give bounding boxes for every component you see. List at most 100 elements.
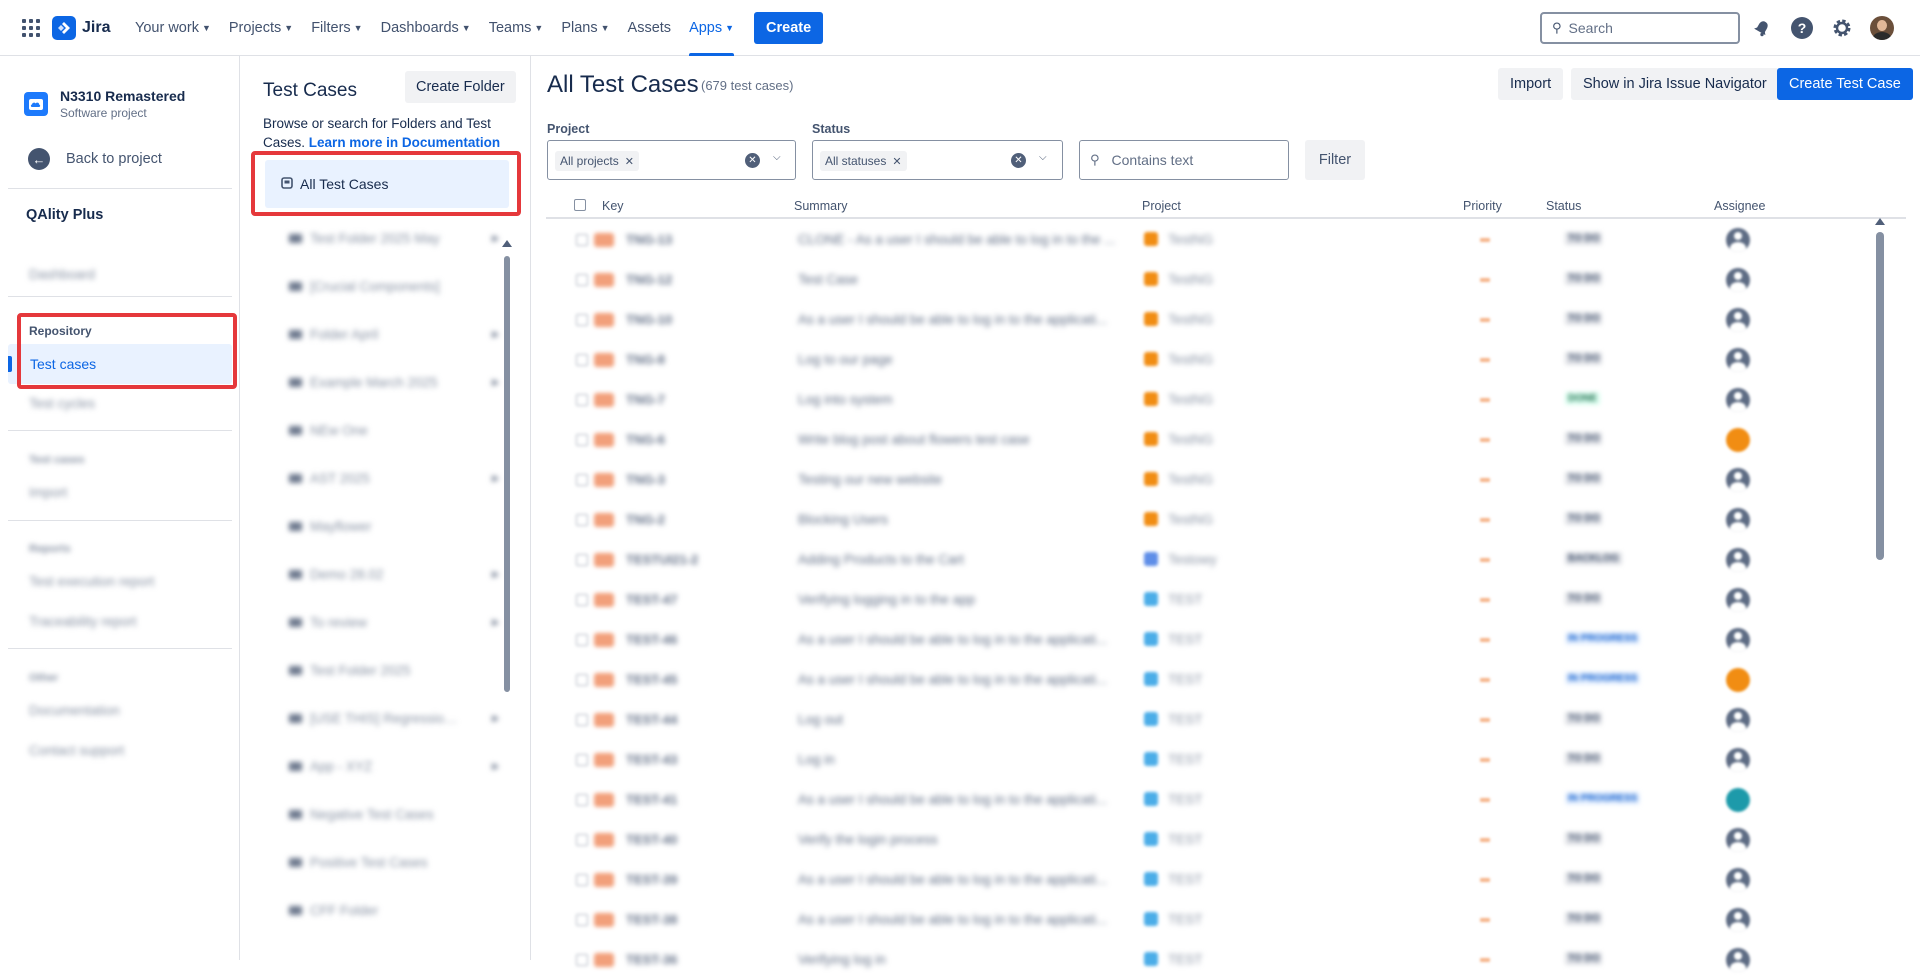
column-assignee[interactable]: Assignee [1714, 199, 1765, 213]
test-case-summary[interactable]: Log into system [798, 392, 1128, 407]
folder-item[interactable]: Mayflower [289, 514, 499, 538]
test-case-summary[interactable]: Adding Products to the Cart [798, 552, 1128, 567]
assignee-avatar[interactable] [1726, 228, 1750, 252]
search-input[interactable]: ⚲ Search [1540, 12, 1740, 44]
test-case-key[interactable]: TEST-46 [626, 632, 677, 647]
row-checkbox[interactable] [576, 554, 588, 566]
expand-arrow-icon[interactable]: ▶ [492, 713, 499, 724]
import-button[interactable]: Import [1498, 68, 1564, 100]
test-case-key[interactable]: TEST-39 [626, 872, 677, 887]
folder-item[interactable]: Folder April ▶ [289, 322, 499, 346]
table-row[interactable]: TEST-41 As a user I should be able to log… [546, 780, 1896, 820]
test-case-summary[interactable]: Log in [798, 752, 1128, 767]
test-case-summary[interactable]: Log out [798, 712, 1128, 727]
notifications-icon[interactable] [1750, 16, 1774, 40]
table-row[interactable]: TEST-46 As a user I should be able to log… [546, 620, 1896, 660]
create-button[interactable]: Create [754, 12, 824, 44]
scroll-up-arrow-icon[interactable] [1875, 218, 1885, 225]
table-row[interactable]: TESTUI21-2 Adding Products to the Cart Tes… [546, 540, 1896, 580]
nav-item-dashboards[interactable]: Dashboards ▼ [372, 0, 480, 56]
table-row[interactable]: TNG-12 Test Case TestNG TO DO [546, 260, 1896, 300]
nav-item-apps[interactable]: Apps ▼ [680, 0, 743, 56]
folder-item[interactable]: To review ▶ [289, 610, 499, 634]
project-filter-select[interactable]: All projects ✕ ✕ ⌵ [547, 140, 796, 180]
table-row[interactable]: TNG-8 Log to our page TestNG TO DO [546, 340, 1896, 380]
nav-item-teams[interactable]: Teams ▼ [480, 0, 553, 56]
folder-item[interactable]: App - XYZ ▶ [289, 754, 499, 778]
assignee-avatar[interactable] [1726, 668, 1750, 692]
table-row[interactable]: TEST-36 Verifying log in TEST TO DO [546, 940, 1896, 980]
assignee-avatar[interactable] [1726, 388, 1750, 412]
sidebar-item-import[interactable]: Import [29, 485, 67, 500]
row-checkbox[interactable] [576, 234, 588, 246]
scroll-up-arrow-icon[interactable] [502, 240, 512, 247]
assignee-avatar[interactable] [1726, 708, 1750, 732]
table-row[interactable]: TEST-45 As a user I should be able to log… [546, 660, 1896, 700]
table-scrollbar[interactable] [1875, 218, 1885, 954]
folder-item[interactable]: CFF Folder [289, 898, 499, 922]
test-case-summary[interactable]: As a user I should be able to log in to … [798, 792, 1128, 807]
help-icon[interactable]: ? [1790, 16, 1814, 40]
jira-logo[interactable]: Jira [52, 16, 110, 40]
row-checkbox[interactable] [576, 594, 588, 606]
test-case-key[interactable]: TNG-3 [626, 472, 665, 487]
expand-arrow-icon[interactable]: ▶ [492, 377, 499, 388]
test-case-key[interactable]: TEST-38 [626, 912, 677, 927]
column-project[interactable]: Project [1142, 199, 1181, 213]
table-row[interactable]: TNG-6 Write blog post about flowers test … [546, 420, 1896, 460]
row-checkbox[interactable] [576, 754, 588, 766]
row-checkbox[interactable] [576, 274, 588, 286]
folder-item[interactable]: Example March 2025 ▶ [289, 370, 499, 394]
test-case-summary[interactable]: Testing our new website [798, 472, 1128, 487]
show-in-issue-navigator-button[interactable]: Show in Jira Issue Navigator [1571, 68, 1779, 100]
sidebar-item-traceability-report[interactable]: Traceability report [29, 614, 137, 629]
remove-tag-icon[interactable]: ✕ [892, 155, 901, 168]
user-avatar[interactable] [1870, 16, 1894, 40]
apps-grid-icon[interactable] [22, 19, 40, 37]
table-row[interactable]: TEST-43 Log in TEST TO DO [546, 740, 1896, 780]
create-test-case-button[interactable]: Create Test Case [1777, 68, 1913, 100]
folder-item[interactable]: Demo 28.02 ▶ [289, 562, 499, 586]
test-case-key[interactable]: TEST-41 [626, 792, 677, 807]
clear-icon[interactable]: ✕ [745, 153, 760, 168]
table-row[interactable]: TNG-13 CLONE - As a user I should be able… [546, 220, 1896, 260]
table-row[interactable]: TEST-40 Verify the login process TEST TO DO [546, 820, 1896, 860]
clear-icon[interactable]: ✕ [1011, 153, 1026, 168]
assignee-avatar[interactable] [1726, 788, 1750, 812]
test-case-summary[interactable]: As a user I should be able to log in to … [798, 672, 1128, 687]
test-case-summary[interactable]: Blocking Users [798, 512, 1128, 527]
expand-arrow-icon[interactable]: ▶ [492, 233, 499, 244]
test-case-key[interactable]: TEST-44 [626, 712, 677, 727]
nav-item-projects[interactable]: Projects ▼ [220, 0, 302, 56]
test-case-key[interactable]: TNG-12 [626, 272, 672, 287]
row-checkbox[interactable] [576, 314, 588, 326]
sidebar-item-dashboard[interactable]: Dashboard [29, 267, 95, 282]
scrollbar-thumb[interactable] [1876, 232, 1884, 560]
assignee-avatar[interactable] [1726, 468, 1750, 492]
sidebar-item-documentation[interactable]: Documentation [29, 703, 120, 718]
nav-item-filters[interactable]: Filters ▼ [302, 0, 371, 56]
back-to-project-link[interactable]: ← Back to project [28, 148, 162, 170]
row-checkbox[interactable] [576, 954, 588, 966]
documentation-link[interactable]: Learn more in Documentation [309, 135, 500, 150]
test-case-key[interactable]: TEST-47 [626, 592, 677, 607]
test-case-key[interactable]: TNG-6 [626, 432, 665, 447]
test-case-key[interactable]: TNG-10 [626, 312, 672, 327]
scrollbar-thumb[interactable] [504, 256, 510, 692]
chevron-down-icon[interactable]: ⌵ [773, 152, 781, 163]
test-case-summary[interactable]: Log to our page [798, 352, 1128, 367]
test-case-summary[interactable]: As a user I should be able to log in to … [798, 312, 1128, 327]
table-row[interactable]: TNG-2 Blocking Users TestNG TO DO [546, 500, 1896, 540]
assignee-avatar[interactable] [1726, 428, 1750, 452]
row-checkbox[interactable] [576, 674, 588, 686]
column-summary[interactable]: Summary [794, 199, 847, 213]
assignee-avatar[interactable] [1726, 588, 1750, 612]
expand-arrow-icon[interactable]: ▶ [492, 473, 499, 484]
assignee-avatar[interactable] [1726, 308, 1750, 332]
expand-arrow-icon[interactable]: ▶ [492, 617, 499, 628]
assignee-avatar[interactable] [1726, 348, 1750, 372]
folder-item[interactable]: Test Folder 2025 May ▶ [289, 226, 499, 250]
row-checkbox[interactable] [576, 874, 588, 886]
folder-item[interactable]: NEw One [289, 418, 499, 442]
test-case-key[interactable]: TNG-13 [626, 232, 672, 247]
